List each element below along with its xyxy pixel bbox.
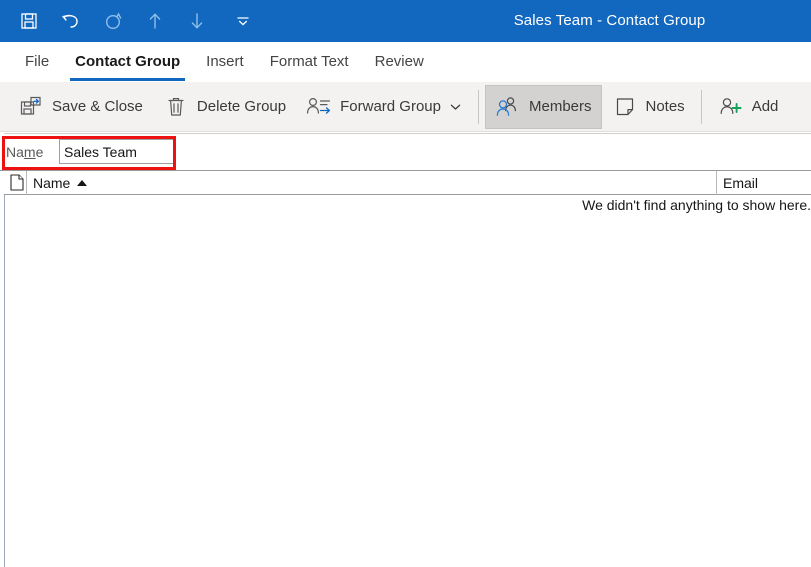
save-and-close-button[interactable]: Save & Close bbox=[8, 85, 153, 129]
tab-format-text[interactable]: Format Text bbox=[257, 44, 362, 82]
member-list-column-headers: Name Email bbox=[4, 170, 811, 195]
title-bar: Sales Team - Contact Group bbox=[0, 0, 811, 42]
ribbon-separator bbox=[477, 89, 479, 124]
previous-item-icon[interactable] bbox=[142, 8, 168, 34]
save-close-icon bbox=[18, 94, 44, 120]
notes-button[interactable]: Notes bbox=[602, 85, 695, 129]
notes-label: Notes bbox=[645, 98, 685, 115]
add-members-button[interactable]: Add bbox=[708, 85, 789, 129]
undo-icon[interactable] bbox=[58, 8, 84, 34]
redo-icon[interactable] bbox=[100, 8, 126, 34]
tab-file[interactable]: File bbox=[12, 44, 62, 82]
members-button[interactable]: Members bbox=[484, 84, 602, 129]
trash-icon bbox=[163, 94, 189, 120]
members-label: Members bbox=[528, 98, 592, 115]
save-icon[interactable] bbox=[16, 8, 42, 34]
tab-review[interactable]: Review bbox=[362, 44, 437, 82]
name-field-row: Name bbox=[0, 133, 811, 171]
sort-ascending-icon bbox=[77, 179, 88, 186]
tab-contact-group[interactable]: Contact Group bbox=[62, 44, 193, 82]
ribbon-tab-bar: File Contact Group Insert Format Text Re… bbox=[0, 42, 811, 82]
delete-group-button[interactable]: Delete Group bbox=[153, 85, 296, 129]
quick-access-toolbar bbox=[0, 0, 254, 42]
next-item-icon[interactable] bbox=[184, 8, 210, 34]
page-icon bbox=[8, 172, 26, 194]
member-list-body[interactable]: We didn't find anything to show here. bbox=[4, 195, 811, 567]
members-icon bbox=[495, 94, 521, 120]
add-member-icon bbox=[718, 94, 744, 120]
empty-state-message: We didn't find anything to show here. bbox=[582, 197, 811, 213]
chevron-down-icon[interactable] bbox=[450, 101, 462, 113]
column-header-name[interactable]: Name bbox=[26, 170, 716, 195]
column-header-icon[interactable] bbox=[4, 171, 26, 195]
save-and-close-label: Save & Close bbox=[52, 98, 143, 115]
column-header-email-label: Email bbox=[723, 174, 759, 191]
name-input[interactable] bbox=[59, 139, 175, 164]
customize-quick-access-toolbar-icon[interactable] bbox=[232, 10, 254, 32]
name-field-label: Name bbox=[6, 143, 44, 160]
add-members-label: Add bbox=[751, 98, 779, 115]
ribbon: Save & Close Delete Group Forward Group bbox=[0, 82, 811, 132]
column-header-name-label: Name bbox=[33, 174, 71, 191]
forward-group-icon bbox=[306, 94, 332, 120]
forward-group-label: Forward Group bbox=[340, 98, 441, 115]
delete-group-label: Delete Group bbox=[196, 98, 287, 115]
ribbon-separator-2 bbox=[700, 89, 702, 124]
tab-insert[interactable]: Insert bbox=[193, 44, 257, 82]
notes-icon bbox=[612, 94, 638, 120]
forward-group-button[interactable]: Forward Group bbox=[296, 85, 472, 129]
column-header-email[interactable]: Email bbox=[716, 170, 811, 195]
